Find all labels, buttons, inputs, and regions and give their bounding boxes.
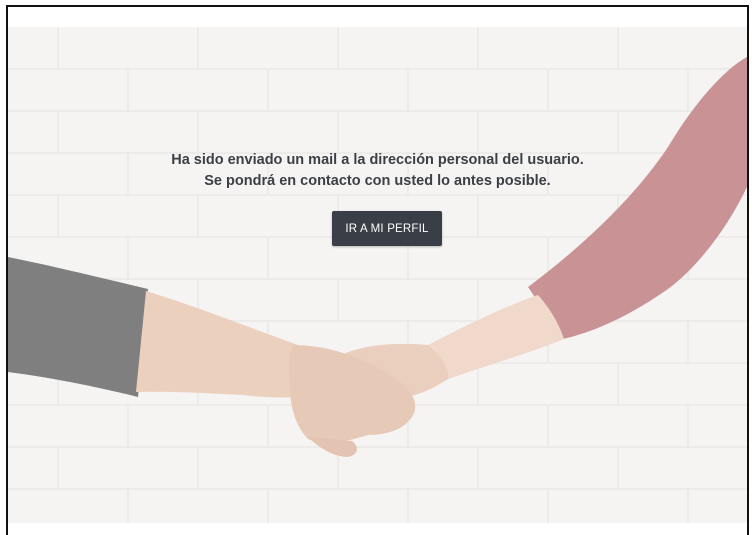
go-to-profile-button[interactable]: IR A MI PERFIL (332, 211, 442, 246)
confirmation-message: Ha sido enviado un mail a la dirección p… (8, 150, 747, 192)
message-line-1: Ha sido enviado un mail a la dirección p… (171, 152, 584, 168)
page-frame: Ha sido enviado un mail a la dirección p… (6, 5, 749, 535)
image-overlay (8, 27, 747, 523)
message-line-2: Se pondrá en contacto con usted lo antes… (204, 173, 551, 189)
hero-section: Ha sido enviado un mail a la dirección p… (8, 27, 747, 523)
